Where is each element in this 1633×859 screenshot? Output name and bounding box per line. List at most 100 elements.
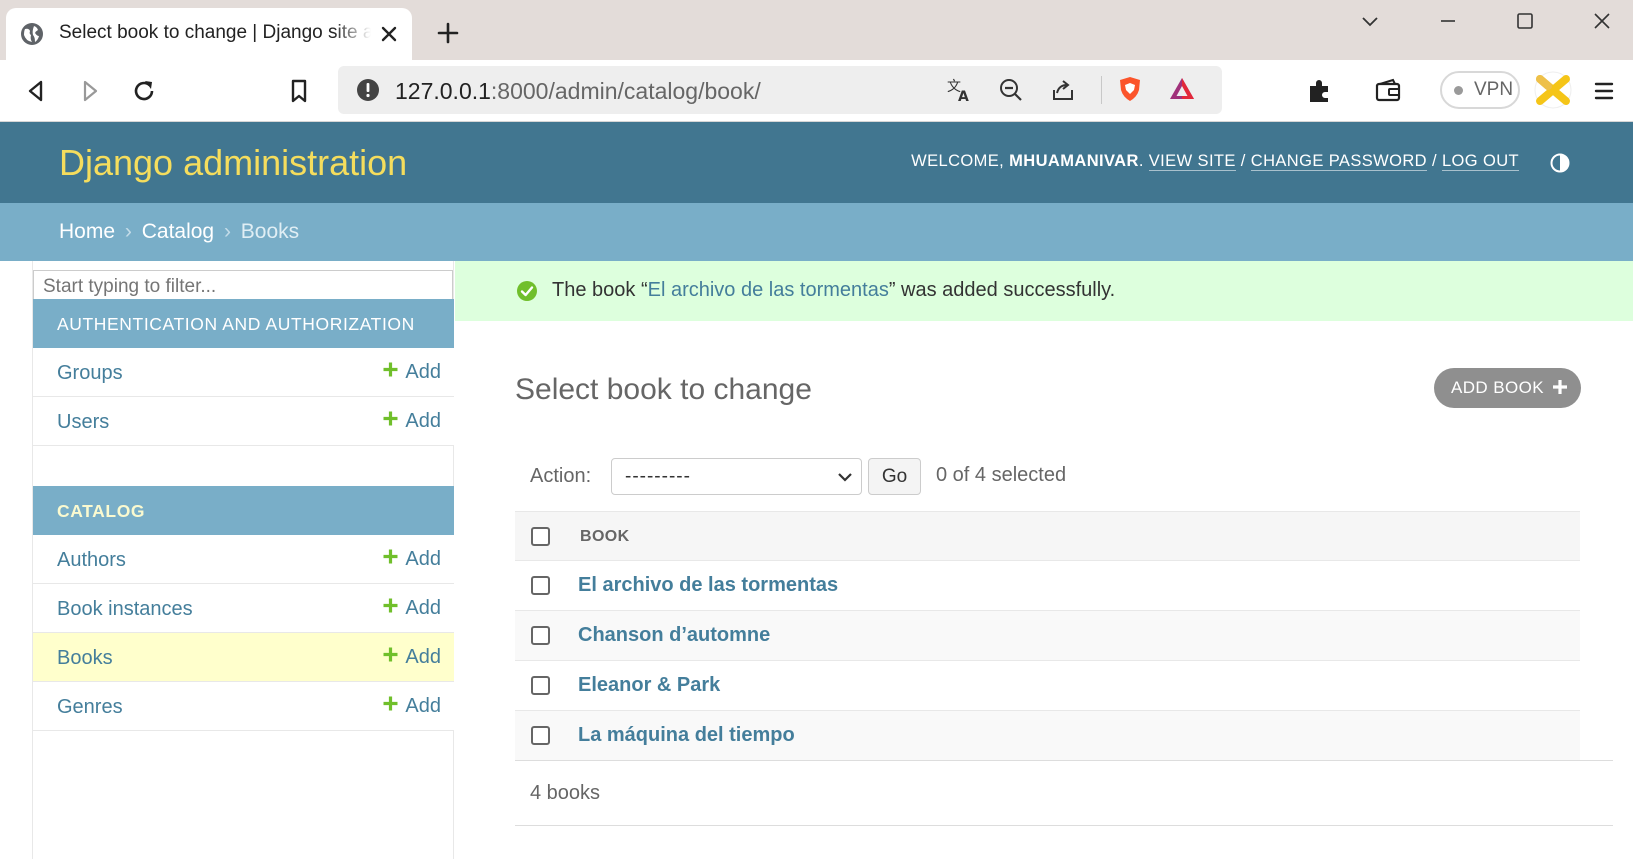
page-title: Select book to change	[515, 373, 812, 406]
vpn-label: VPN	[1474, 79, 1514, 100]
breadcrumb-home[interactable]: Home	[59, 220, 115, 243]
zoom-out-icon[interactable]	[997, 76, 1025, 104]
plus-icon[interactable]	[436, 21, 460, 45]
add-book-button[interactable]: ADD BOOK	[1434, 368, 1581, 408]
add-users-link[interactable]: Add	[383, 410, 441, 433]
add-label: Add	[405, 597, 441, 619]
info-icon[interactable]	[356, 78, 380, 102]
add-book-instances-link[interactable]: Add	[383, 597, 441, 620]
success-check-icon	[517, 281, 537, 301]
model-link-authors[interactable]: Authors	[57, 549, 126, 572]
sidebar-item-users: Users Add	[33, 397, 454, 446]
reload-icon[interactable]	[130, 77, 158, 105]
brave-rewards-icon[interactable]	[1168, 75, 1196, 103]
nav-sidebar: AUTHENTICATION AND AUTHORIZATION Groups …	[0, 261, 454, 859]
row-checkbox[interactable]	[531, 676, 550, 695]
globe-icon	[21, 23, 43, 45]
chevron-down-icon[interactable]	[1359, 10, 1381, 32]
action-label: Action:	[530, 465, 592, 487]
breadcrumb-current: Books	[240, 220, 300, 243]
module-caption[interactable]: CATALOG	[33, 486, 454, 535]
add-groups-link[interactable]: Add	[383, 361, 441, 384]
svg-text:A: A	[958, 89, 969, 104]
url-path: :8000/admin/catalog/book/	[490, 78, 761, 104]
welcome-text: WELCOME,	[911, 152, 1005, 170]
chevron-down-icon	[838, 473, 852, 482]
address-bar[interactable]: 127.0.0.1:8000/admin/catalog/book/ 文 A	[338, 66, 1222, 114]
selection-counter: 0 of 4 selected	[936, 464, 1067, 486]
browser-toolbar: 127.0.0.1:8000/admin/catalog/book/ 文 A V…	[0, 60, 1633, 122]
select-all-checkbox[interactable]	[531, 527, 550, 546]
row-checkbox[interactable]	[531, 726, 550, 745]
translate-icon[interactable]: 文 A	[945, 76, 973, 104]
add-label: Add	[405, 410, 441, 432]
success-message: The book “El archivo de las tormentas” w…	[455, 261, 1633, 321]
action-select[interactable]: ---------	[611, 458, 862, 495]
sidebar-item-book-instances: Book instances Add	[33, 584, 454, 633]
model-link-genres[interactable]: Genres	[57, 696, 123, 719]
book-link[interactable]: La máquina del tiempo	[578, 724, 795, 747]
model-link-users[interactable]: Users	[57, 411, 109, 434]
result-count: 4 books	[530, 782, 601, 804]
close-icon[interactable]	[378, 23, 400, 45]
column-header-book[interactable]: BOOK	[580, 528, 630, 546]
site-header: Django administration WELCOME, MHUAMANIV…	[0, 122, 1633, 203]
url-text: 127.0.0.1:8000/admin/catalog/book/	[395, 78, 761, 105]
wallet-icon[interactable]	[1374, 77, 1402, 105]
forward-icon[interactable]	[76, 77, 104, 105]
maximize-icon[interactable]	[1514, 10, 1536, 32]
model-link-books[interactable]: Books	[57, 647, 113, 670]
go-button[interactable]: Go	[868, 458, 921, 495]
breadcrumb-catalog[interactable]: Catalog	[142, 220, 214, 243]
add-books-link[interactable]: Add	[383, 646, 441, 669]
omnibox-divider	[1101, 76, 1102, 104]
add-book-label: ADD BOOK	[1451, 378, 1544, 397]
book-link[interactable]: Eleanor & Park	[578, 674, 720, 697]
theme-toggle-icon[interactable]	[1550, 153, 1570, 173]
minimize-icon[interactable]	[1437, 10, 1459, 32]
module-auth: AUTHENTICATION AND AUTHORIZATION Groups …	[33, 299, 454, 446]
add-plus-icon	[383, 598, 398, 613]
sidebar-item-groups: Groups Add	[33, 348, 454, 397]
row-checkbox[interactable]	[531, 576, 550, 595]
breadcrumb-separator: ›	[223, 220, 231, 243]
module-caption[interactable]: AUTHENTICATION AND AUTHORIZATION	[33, 299, 454, 348]
table-header: BOOK	[515, 511, 1580, 561]
log-out-link[interactable]: LOG OUT	[1441, 152, 1519, 171]
model-link-groups[interactable]: Groups	[57, 362, 123, 385]
actions-bar: Action: --------- Go 0 of 4 selected	[515, 445, 1580, 511]
brave-shield-icon[interactable]	[1116, 75, 1144, 103]
add-label: Add	[405, 361, 441, 383]
vpn-button[interactable]: VPN	[1440, 71, 1520, 109]
book-link[interactable]: Chanson d’automne	[578, 624, 770, 647]
view-site-link[interactable]: VIEW SITE	[1148, 152, 1236, 171]
add-authors-link[interactable]: Add	[383, 548, 441, 571]
breadcrumb-separator: ›	[124, 220, 132, 243]
user-tools-separator: /	[1431, 152, 1437, 170]
add-plus-icon	[383, 411, 398, 426]
profile-icon[interactable]	[1534, 71, 1572, 109]
bookmark-icon[interactable]	[285, 77, 313, 105]
add-genres-link[interactable]: Add	[383, 695, 441, 718]
sidebar-item-books: Books Add	[33, 633, 454, 682]
module-catalog: CATALOG Authors Add Book instances Add B…	[33, 486, 454, 731]
browser-tab-bar: Select book to change | Django site admi…	[0, 0, 1633, 60]
change-password-link[interactable]: CHANGE PASSWORD	[1250, 152, 1427, 171]
table-row: Eleanor & Park	[515, 661, 1580, 711]
share-icon[interactable]	[1049, 76, 1077, 104]
url-host: 127.0.0.1	[395, 78, 491, 104]
back-icon[interactable]	[22, 77, 50, 105]
added-book-link[interactable]: El archivo de las tormentas	[648, 279, 889, 301]
close-window-icon[interactable]	[1591, 10, 1613, 32]
model-link-book-instances[interactable]: Book instances	[57, 598, 193, 621]
user-tools: WELCOME, MHUAMANIVAR. VIEW SITE / CHANGE…	[911, 152, 1519, 171]
action-select-value: ---------	[625, 466, 691, 487]
row-checkbox[interactable]	[531, 626, 550, 645]
browser-tab[interactable]: Select book to change | Django site admi…	[6, 8, 412, 60]
menu-icon[interactable]	[1590, 77, 1618, 105]
site-branding[interactable]: Django administration	[59, 142, 407, 184]
add-plus-icon	[383, 647, 398, 662]
user-tools-separator: /	[1240, 152, 1246, 170]
book-link[interactable]: El archivo de las tormentas	[578, 574, 838, 597]
extensions-icon[interactable]	[1306, 77, 1334, 105]
